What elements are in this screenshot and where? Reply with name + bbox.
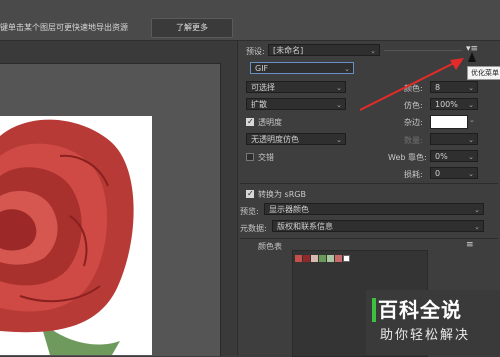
lossy-label: 损耗: bbox=[404, 170, 423, 179]
reduction-value: 可选择 bbox=[251, 83, 275, 92]
color-swatch[interactable] bbox=[327, 255, 334, 262]
transparency-checkbox[interactable] bbox=[246, 117, 254, 126]
websnap-label: Web 靠色: bbox=[388, 153, 427, 162]
watermark-logo-bar bbox=[372, 298, 376, 322]
chevron-down-icon: ⌄ bbox=[468, 170, 474, 178]
metadata-value: 版权和联系信息 bbox=[277, 222, 333, 231]
preset-label: 预设: bbox=[246, 47, 265, 56]
matte-color-swatch[interactable] bbox=[430, 115, 468, 129]
chevron-down-icon: ⌄ bbox=[336, 84, 342, 92]
mouse-cursor-icon bbox=[468, 52, 476, 62]
dither-value: 扩散 bbox=[251, 100, 267, 109]
annotation-arrow-icon bbox=[359, 58, 464, 111]
metadata-label: 元数据: bbox=[240, 224, 267, 233]
color-swatch[interactable] bbox=[303, 255, 310, 262]
chevron-down-icon: ⌄ bbox=[468, 153, 474, 161]
lossy-select[interactable]: 0 ⌄ bbox=[430, 167, 478, 179]
format-select[interactable]: GIF ⌄ bbox=[250, 62, 354, 74]
preview-value: 显示器颜色 bbox=[269, 205, 309, 214]
chevron-down-icon: ⌄ bbox=[474, 206, 480, 214]
learn-more-button[interactable]: 了解更多 bbox=[151, 18, 233, 38]
matte-label: 杂边: bbox=[404, 118, 423, 127]
color-swatch[interactable] bbox=[335, 255, 342, 262]
format-value: GIF bbox=[255, 64, 269, 73]
tooltip: 优化菜单 bbox=[467, 66, 500, 80]
color-swatch[interactable] bbox=[311, 255, 318, 262]
watermark-subtitle: 助你轻松解决 bbox=[380, 328, 471, 343]
chevron-down-icon: ⌄ bbox=[468, 84, 474, 92]
divider bbox=[384, 50, 462, 51]
rose-image bbox=[0, 116, 152, 355]
dither-select[interactable]: 扩散 ⌄ bbox=[246, 98, 346, 110]
color-swatch[interactable] bbox=[319, 255, 326, 262]
chevron-down-icon: ⌄ bbox=[344, 65, 350, 73]
websnap-value: 0% bbox=[435, 152, 448, 161]
interlaced-checkbox[interactable] bbox=[246, 153, 254, 161]
lossy-value: 0 bbox=[435, 169, 441, 178]
reduction-select[interactable]: 可选择 ⌄ bbox=[246, 81, 346, 93]
chevron-down-icon[interactable]: ⌄ bbox=[469, 116, 475, 124]
divider bbox=[240, 183, 498, 184]
convert-srgb-label: 转换为 sRGB bbox=[258, 190, 306, 199]
color-table-label: 颜色表 bbox=[258, 242, 282, 251]
chevron-down-icon: ⌄ bbox=[468, 101, 474, 109]
chevron-down-icon: ⌄ bbox=[336, 101, 342, 109]
amount-label: 数量: bbox=[404, 136, 423, 145]
color-swatch[interactable] bbox=[343, 255, 350, 262]
watermark-title: 百科全说 bbox=[378, 298, 462, 322]
chevron-down-icon: ⌄ bbox=[468, 136, 474, 144]
divider bbox=[240, 238, 498, 239]
preview-label: 预览: bbox=[240, 207, 259, 216]
export-hint-text: 键单击某个图层可更快速地导出资源 bbox=[0, 23, 128, 32]
preset-value: [未命名] bbox=[273, 46, 304, 55]
color-swatch[interactable] bbox=[295, 255, 302, 262]
preview-select[interactable]: 显示器颜色 ⌄ bbox=[264, 203, 484, 215]
chevron-down-icon: ⌄ bbox=[336, 136, 342, 144]
info-bar bbox=[0, 0, 500, 41]
websnap-select[interactable]: 0% ⌄ bbox=[430, 150, 478, 162]
color-table-menu-icon[interactable]: ≡ bbox=[466, 240, 474, 250]
metadata-select[interactable]: 版权和联系信息 ⌄ bbox=[272, 220, 484, 232]
transparency-label: 透明度 bbox=[258, 118, 282, 127]
chevron-down-icon: ⌄ bbox=[474, 223, 480, 231]
transparency-dither-select[interactable]: 无透明度仿色 ⌄ bbox=[246, 133, 346, 145]
amount-select[interactable]: ⌄ bbox=[430, 133, 478, 145]
transparency-dither-value: 无透明度仿色 bbox=[251, 135, 299, 144]
interlaced-label: 交错 bbox=[258, 153, 274, 162]
convert-srgb-checkbox[interactable] bbox=[246, 189, 254, 198]
color-swatches bbox=[295, 255, 350, 262]
